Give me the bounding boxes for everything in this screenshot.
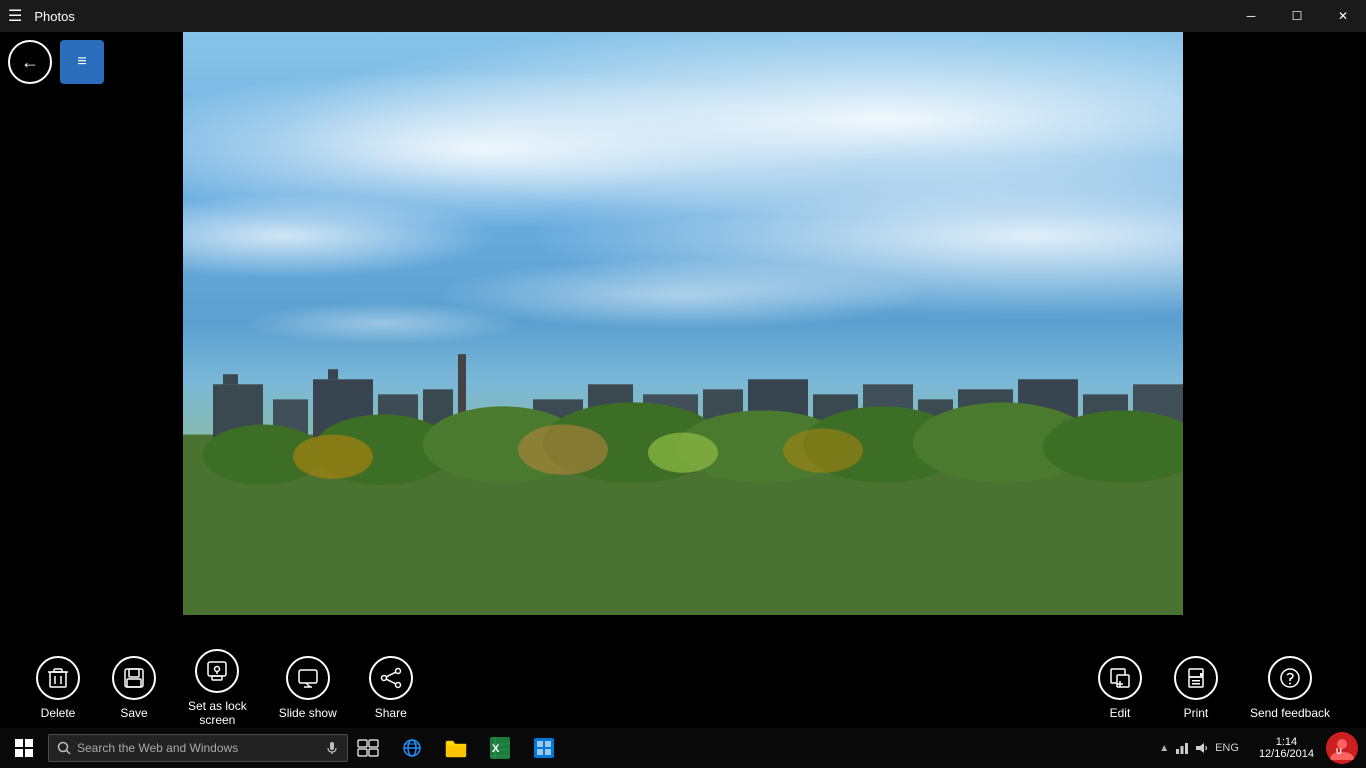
lang-label[interactable]: ENG <box>1215 742 1239 754</box>
send-feedback-label: Send feedback <box>1250 706 1330 720</box>
edit-button[interactable]: Edit <box>1082 648 1158 728</box>
start-button[interactable] <box>0 728 48 768</box>
photo-area <box>183 32 1183 615</box>
delete-icon <box>36 656 80 700</box>
taskbar-search[interactable] <box>48 734 348 762</box>
photo-background <box>183 32 1183 615</box>
slide-show-icon <box>286 656 330 700</box>
excel-icon[interactable]: X <box>480 728 520 768</box>
titlebar: ☰ Photos ─ ☐ ✕ <box>0 0 1366 32</box>
maximize-button[interactable]: ☐ <box>1274 0 1320 32</box>
save-icon <box>112 656 156 700</box>
clock-date: 12/16/2014 <box>1259 748 1314 760</box>
minimize-button[interactable]: ─ <box>1228 0 1274 32</box>
share-button[interactable]: Share <box>353 648 429 728</box>
set-lock-screen-label: Set as lock screen <box>188 699 247 728</box>
ie-icon[interactable] <box>392 728 432 768</box>
tray-arrow-icon[interactable]: ▲ <box>1159 743 1169 754</box>
photos-taskbar-icon[interactable] <box>524 728 564 768</box>
task-view-button[interactable] <box>348 728 388 768</box>
lock-screen-icon <box>195 649 239 693</box>
volume-icon <box>1195 741 1209 755</box>
save-label: Save <box>120 706 147 720</box>
slide-show-label: Slide show <box>279 706 337 720</box>
system-clock[interactable]: 1:14 12/16/2014 <box>1251 736 1322 760</box>
delete-button[interactable]: Delete <box>20 648 96 728</box>
svg-text:X: X <box>492 743 500 755</box>
windows-logo-icon <box>15 739 33 757</box>
app-title: Photos <box>34 9 74 24</box>
print-icon <box>1174 656 1218 700</box>
print-button[interactable]: Print <box>1158 648 1234 728</box>
save-button[interactable]: Save <box>96 648 172 728</box>
menu-button[interactable]: ≡ <box>60 40 104 84</box>
taskbar-tray: ▲ ENG 1:14 12/16/2014 U <box>1151 732 1366 764</box>
delete-label: Delete <box>41 706 76 720</box>
windows-taskbar: X ▲ <box>0 728 1366 768</box>
close-button[interactable]: ✕ <box>1320 0 1366 32</box>
tray-icons: ▲ ENG <box>1151 741 1247 755</box>
toolbar-right: Edit Print Sen <box>1082 648 1346 728</box>
hamburger-icon[interactable]: ☰ <box>8 6 22 26</box>
send-feedback-icon <box>1268 656 1312 700</box>
send-feedback-button[interactable]: Send feedback <box>1234 648 1346 728</box>
back-button[interactable]: ← <box>8 40 52 84</box>
microphone-icon <box>325 741 339 755</box>
slide-show-button[interactable]: Slide show <box>263 648 353 728</box>
share-icon <box>369 656 413 700</box>
search-input[interactable] <box>77 741 319 755</box>
topnav: ← ≡ <box>0 32 112 92</box>
set-lock-screen-button[interactable]: Set as lock screen <box>172 641 263 736</box>
file-explorer-icon[interactable] <box>436 728 476 768</box>
user-avatar-image: U <box>1326 732 1358 764</box>
toolbar: Delete Save Set as lock screen <box>0 648 1366 728</box>
edit-icon <box>1098 656 1142 700</box>
city-skyline <box>183 324 1183 616</box>
clock-time: 1:14 <box>1276 736 1297 748</box>
svg-text:U: U <box>1336 747 1342 756</box>
network-icon <box>1175 741 1189 755</box>
search-icon <box>57 741 71 755</box>
taskbar-pinned-apps: X <box>388 728 568 768</box>
edit-label: Edit <box>1110 706 1131 720</box>
print-label: Print <box>1184 706 1209 720</box>
share-label: Share <box>375 706 407 720</box>
user-avatar[interactable]: U <box>1326 732 1358 764</box>
